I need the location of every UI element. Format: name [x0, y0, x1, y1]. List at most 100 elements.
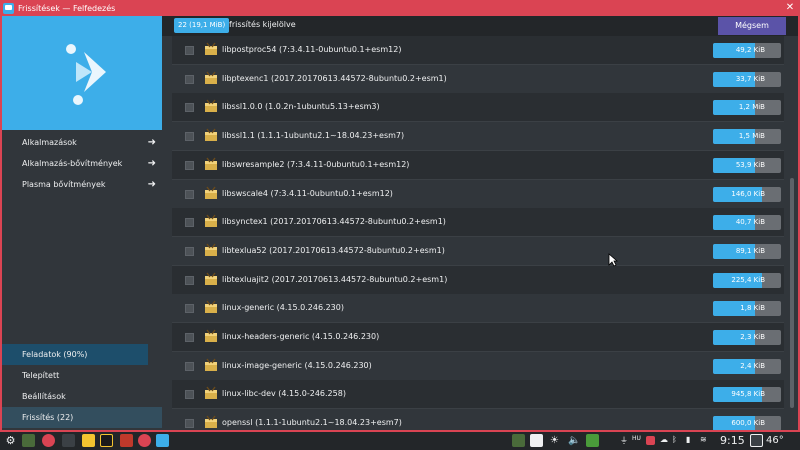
package-size-bar: 600,0 KiB	[713, 416, 781, 430]
package-checkbox[interactable]	[185, 419, 194, 429]
package-icon	[205, 386, 217, 400]
package-size-bar: 89,1 KiB	[713, 243, 781, 259]
package-name: libswscale4 (7:3.4.11-0ubuntu0.1+esm12)	[222, 188, 393, 198]
media-player-icon[interactable]	[100, 434, 113, 447]
close-icon[interactable]: ✕	[784, 2, 796, 14]
package-icon	[205, 99, 217, 113]
package-checkbox[interactable]	[185, 304, 194, 314]
brightness-icon[interactable]: ☀	[550, 435, 559, 446]
package-row[interactable]: libtexluajit2 (2017.20170613.44572-8ubun…	[172, 265, 784, 295]
package-size-label: 53,9 KiB	[735, 160, 765, 169]
tv-icon[interactable]	[82, 434, 95, 447]
record-icon[interactable]	[646, 436, 655, 445]
package-checkbox[interactable]	[185, 275, 194, 285]
package-size-bar: 53,9 KiB	[713, 157, 781, 173]
package-checkbox[interactable]	[185, 160, 194, 170]
package-checkbox[interactable]	[185, 390, 194, 400]
sidebar-item-installed[interactable]: Telepített	[2, 365, 162, 386]
package-name: linux-headers-generic (4.15.0.246.230)	[222, 332, 380, 341]
package-row[interactable]: linux-headers-generic (4.15.0.246.230) 2,…	[172, 323, 784, 352]
arrow-right-icon: ➜	[147, 179, 156, 190]
bluetooth-icon[interactable]: ᛒ	[672, 435, 677, 444]
update-notifier-icon[interactable]	[586, 434, 599, 447]
package-checkbox[interactable]	[185, 103, 194, 113]
package-checkbox[interactable]	[185, 333, 194, 342]
package-size-bar: 1,2 MiB	[713, 100, 781, 116]
package-row[interactable]: linux-image-generic (4.15.0.246.230) 2,4 …	[172, 351, 784, 381]
package-size-bar: 225,4 KiB	[713, 272, 781, 288]
package-icon	[205, 186, 217, 199]
package-checkbox[interactable]	[185, 189, 194, 199]
opera-icon[interactable]	[42, 434, 55, 447]
sidebar-item-label: Alkalmazások	[22, 138, 77, 147]
usb-icon[interactable]: ⏚	[620, 435, 628, 446]
package-row[interactable]: libpostproc54 (7:3.4.11-0ubuntu0.1+esm12…	[172, 36, 784, 65]
package-size-bar: 1,5 MiB	[713, 129, 781, 145]
package-row[interactable]: libswscale4 (7:3.4.11-0ubuntu0.1+esm12) 1…	[172, 179, 784, 209]
package-icon	[205, 415, 217, 429]
package-row[interactable]: libptexenc1 (2017.20170613.44572-8ubuntu…	[172, 64, 784, 94]
discover-logo-icon	[66, 44, 106, 105]
package-row[interactable]: libssl1.1 (1.1.1-1ubuntu2.1~18.04.23+esm…	[172, 122, 784, 152]
package-row[interactable]: libssl1.0.0 (1.0.2n-1ubuntu5.13+esm3) 1,2…	[172, 93, 784, 123]
package-icon	[205, 214, 217, 228]
system-monitor-icon[interactable]	[22, 434, 35, 447]
network-monitor-icon[interactable]	[512, 434, 525, 447]
mouse-cursor-icon	[608, 253, 618, 267]
package-name: libssl1.0.0 (1.0.2n-1ubuntu5.13+esm3)	[222, 102, 380, 112]
flag-icon[interactable]	[530, 434, 543, 447]
terminal-icon[interactable]	[62, 434, 75, 447]
scrollbar[interactable]	[788, 36, 796, 430]
cancel-button[interactable]: Mégsem	[718, 17, 786, 35]
sidebar-item-label: Alkalmazás-bővítmények	[22, 159, 123, 168]
package-name: openssl (1.1.1-1ubuntu2.1~18.04.23+esm7)	[222, 418, 402, 428]
package-size-bar: 146,0 KiB	[713, 186, 781, 202]
keyboard-layout-icon[interactable]: HU	[632, 435, 641, 442]
package-row[interactable]: linux-libc-dev (4.15.0-246.258) 945,8 KiB	[172, 380, 784, 410]
package-row[interactable]: libswresample2 (7:3.4.11-0ubuntu0.1+esm1…	[172, 150, 784, 180]
wifi-icon[interactable]: ≋	[700, 435, 707, 444]
chat-icon[interactable]	[120, 434, 133, 447]
sidebar: Alkalmazások ➜ Alkalmazás-bővítmények ➜ …	[2, 16, 162, 430]
package-checkbox[interactable]	[185, 132, 194, 142]
package-checkbox[interactable]	[185, 46, 194, 55]
package-name: libpostproc54 (7:3.4.11-0ubuntu0.1+esm12…	[222, 45, 402, 54]
package-checkbox[interactable]	[185, 218, 194, 228]
weather-icon[interactable]	[750, 434, 763, 447]
package-size-label: 945,8 KiB	[731, 390, 765, 399]
package-size-label: 1,8 KiB	[740, 304, 765, 313]
scrollbar-thumb[interactable]	[790, 178, 794, 408]
sidebar-item-tasks[interactable]: Feladatok (90%)	[2, 344, 148, 365]
package-size-label: 89,1 KiB	[735, 246, 765, 255]
opera-browser-icon[interactable]	[138, 434, 151, 447]
app-icon	[3, 2, 14, 14]
volume-icon[interactable]: 🔈	[568, 435, 580, 446]
package-row[interactable]: libsynctex1 (2017.20170613.44572-8ubuntu…	[172, 208, 784, 238]
clock[interactable]: 9:15	[720, 434, 745, 447]
temperature: 46°	[766, 435, 784, 446]
window-title: Frissítések — Felfedezés	[18, 3, 116, 13]
discover-taskbar-icon[interactable]	[156, 434, 169, 447]
package-checkbox[interactable]	[185, 74, 194, 84]
package-name: libtexluajit2 (2017.20170613.44572-8ubun…	[222, 274, 448, 284]
sidebar-item-updates[interactable]: Frissítés (22)	[2, 407, 162, 428]
sidebar-item-settings[interactable]: Beállítások	[2, 386, 162, 407]
cloud-icon[interactable]: ☁	[660, 435, 668, 444]
package-icon	[205, 157, 217, 170]
package-size-label: 1,2 MiB	[738, 103, 765, 112]
sidebar-item-applications[interactable]: Alkalmazások ➜	[2, 132, 162, 153]
sidebar-item-plasma-addons[interactable]: Plasma bővítmények ➜	[2, 174, 162, 195]
taskbar: ⚙ ☀ 🔈 ⏚ HU ☁ ᛒ ▮ ≋ 9:15 46°	[0, 432, 800, 450]
window-titlebar[interactable]: Frissítések — Felfedezés ✕	[0, 0, 800, 16]
package-icon	[205, 243, 217, 256]
package-name: libtexlua52 (2017.20170613.44572-8ubuntu…	[222, 245, 445, 255]
package-row[interactable]: linux-generic (4.15.0.246.230) 1,8 KiB	[172, 294, 784, 324]
package-row[interactable]: libtexlua52 (2017.20170613.44572-8ubuntu…	[172, 236, 784, 266]
kde-menu-icon[interactable]: ⚙	[4, 434, 17, 447]
package-checkbox[interactable]	[185, 361, 194, 371]
battery-icon[interactable]: ▮	[686, 435, 690, 444]
sidebar-item-application-addons[interactable]: Alkalmazás-bővítmények ➜	[2, 153, 162, 174]
package-checkbox[interactable]	[185, 246, 194, 256]
package-row[interactable]: openssl (1.1.1-1ubuntu2.1~18.04.23+esm7)…	[172, 409, 784, 430]
package-list: libpostproc54 (7:3.4.11-0ubuntu0.1+esm12…	[172, 36, 784, 430]
